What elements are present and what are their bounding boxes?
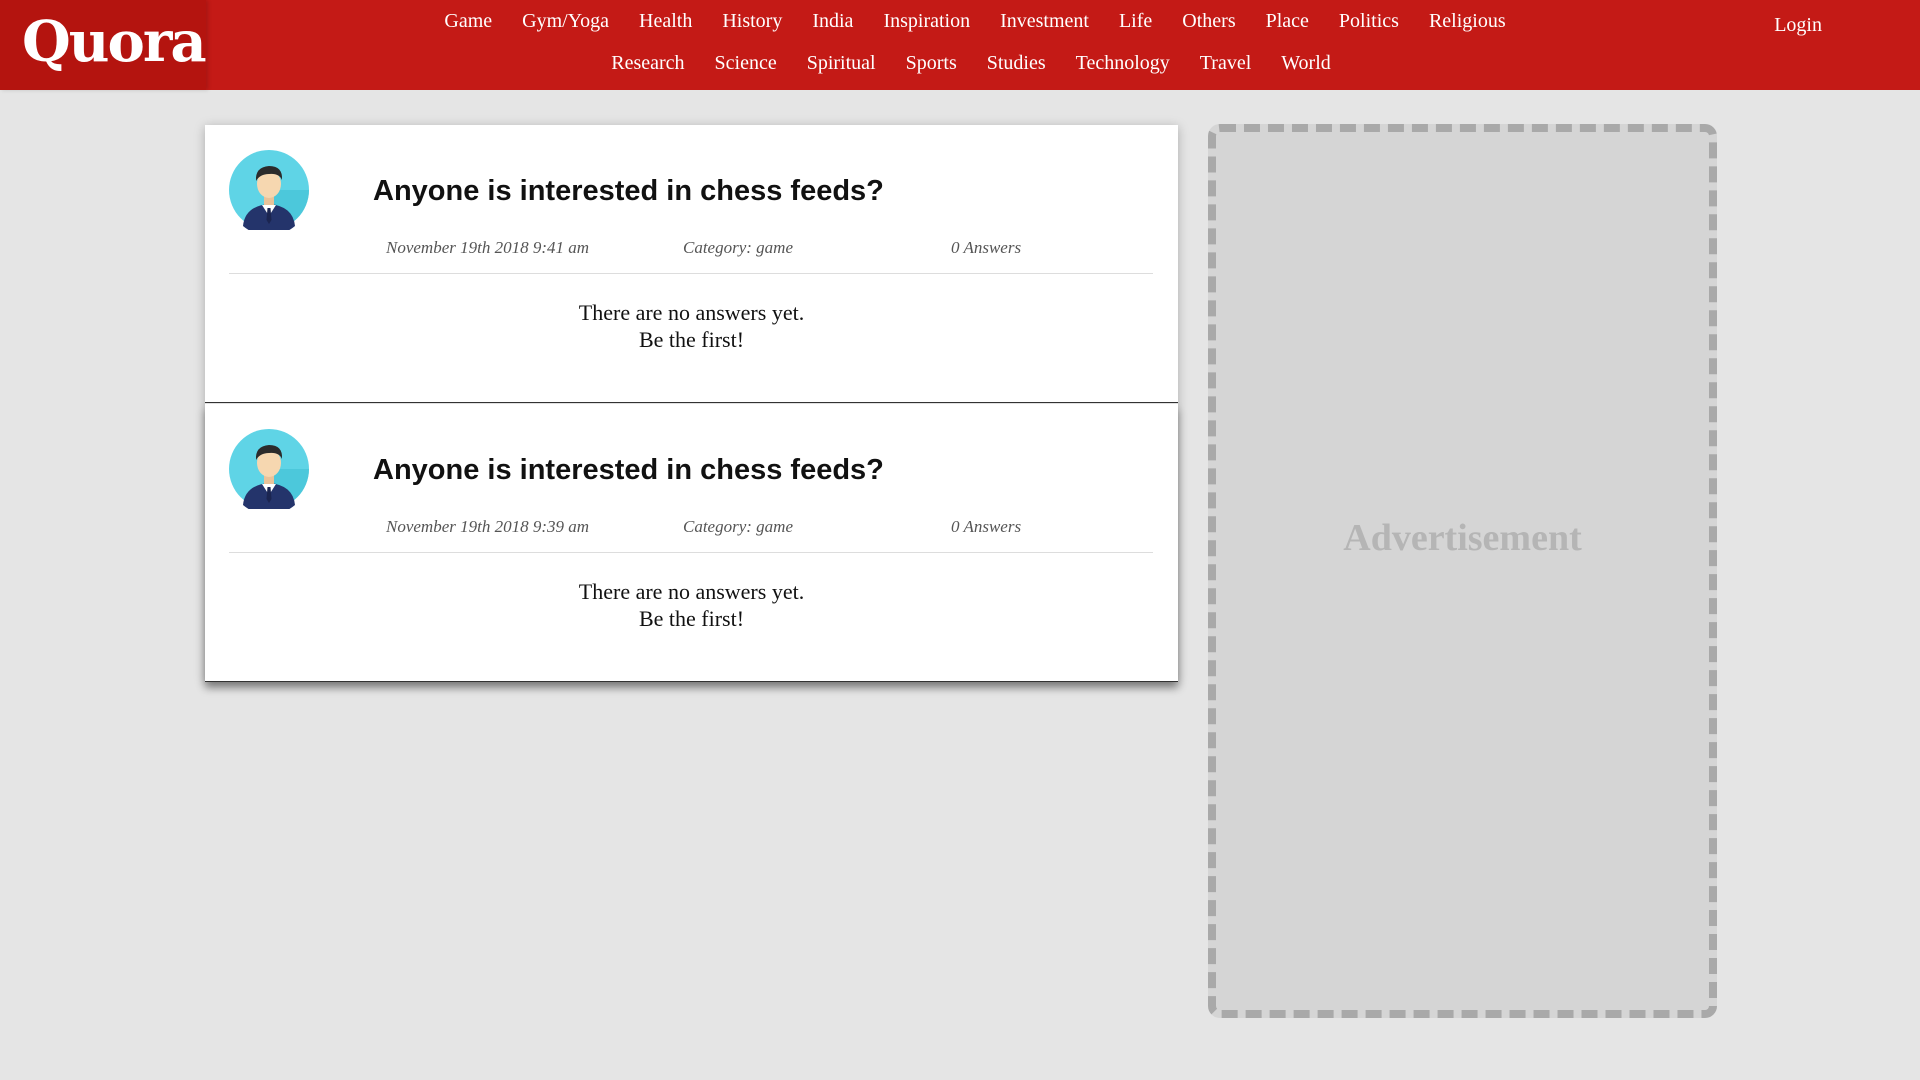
no-answers-line: There are no answers yet. (578, 300, 805, 325)
nav-link-game[interactable]: Game (444, 8, 492, 34)
be-first-line: Be the first! (638, 327, 745, 352)
question-title[interactable]: Anyone is interested in chess feeds? (373, 173, 884, 209)
nav-link-religious[interactable]: Religious (1429, 8, 1506, 34)
login-link[interactable]: Login (1774, 12, 1822, 38)
nav-link-technology[interactable]: Technology (1076, 50, 1170, 76)
nav-link-studies[interactable]: Studies (987, 50, 1046, 76)
no-answers-message: There are no answers yet. Be the first! (205, 299, 1178, 353)
nav-link-gym-yoga[interactable]: Gym/Yoga (522, 8, 609, 34)
question-category: Category: game (683, 238, 794, 257)
question-date: November 19th 2018 9:39 am (386, 517, 590, 536)
question-card: Anyone is interested in chess feeds? Nov… (205, 125, 1178, 403)
nav-link-health[interactable]: Health (639, 8, 692, 34)
nav-link-travel[interactable]: Travel (1200, 50, 1251, 76)
card-divider (229, 273, 1153, 274)
no-answers-message: There are no answers yet. Be the first! (205, 578, 1178, 632)
user-avatar-icon[interactable] (229, 429, 309, 509)
advertisement-label: Advertisement (1343, 517, 1582, 559)
question-card: Anyone is interested in chess feeds? Nov… (205, 404, 1178, 682)
nav-link-research[interactable]: Research (611, 50, 684, 76)
top-navbar: Quora Game Gym/Yoga Health History India… (0, 0, 1920, 90)
category-nav-row-1: Game Gym/Yoga Health History India Inspi… (0, 8, 1920, 34)
category-nav-row-2: Research Science Spiritual Sports Studie… (0, 50, 1920, 76)
nav-link-inspiration[interactable]: Inspiration (883, 8, 970, 34)
question-date: November 19th 2018 9:41 am (386, 238, 590, 257)
answer-count: 0 Answers (951, 517, 1022, 536)
nav-link-india[interactable]: India (812, 8, 853, 34)
card-divider (229, 552, 1153, 553)
nav-link-sports[interactable]: Sports (906, 50, 957, 76)
question-category: Category: game (683, 517, 794, 536)
nav-link-place[interactable]: Place (1266, 8, 1309, 34)
nav-link-life[interactable]: Life (1119, 8, 1152, 34)
user-avatar-icon[interactable] (229, 150, 309, 230)
nav-link-history[interactable]: History (722, 8, 782, 34)
nav-link-politics[interactable]: Politics (1339, 8, 1399, 34)
answer-count: 0 Answers (951, 238, 1022, 257)
advertisement-box[interactable]: Advertisement (1208, 124, 1717, 1018)
be-first-line: Be the first! (638, 606, 745, 631)
nav-link-world[interactable]: World (1281, 50, 1331, 76)
no-answers-line: There are no answers yet. (578, 579, 805, 604)
nav-link-science[interactable]: Science (715, 50, 777, 76)
nav-link-others[interactable]: Others (1182, 8, 1235, 34)
nav-link-investment[interactable]: Investment (1000, 8, 1089, 34)
question-title[interactable]: Anyone is interested in chess feeds? (373, 452, 884, 488)
nav-link-spiritual[interactable]: Spiritual (807, 50, 876, 76)
